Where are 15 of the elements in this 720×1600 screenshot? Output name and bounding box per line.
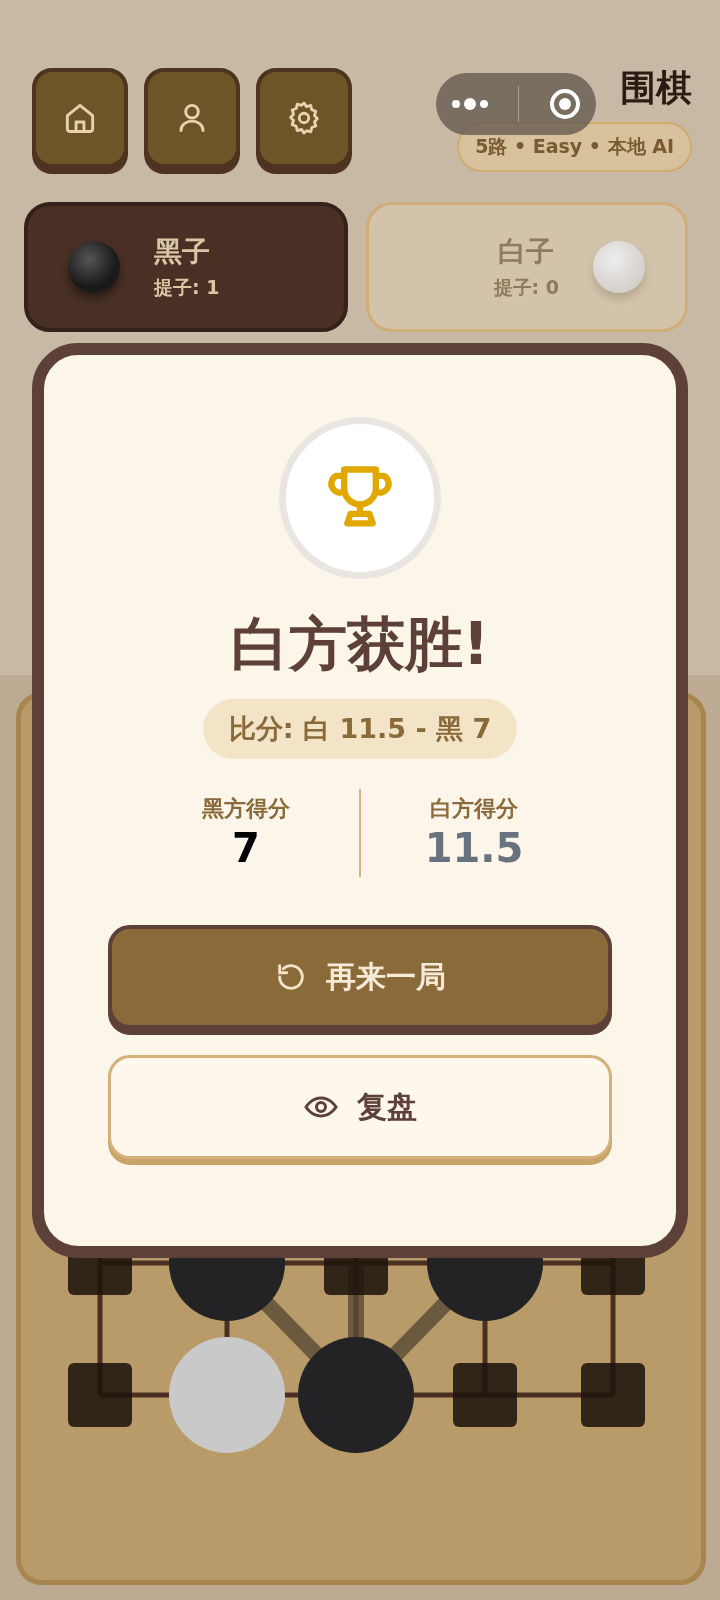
score-value: 11.5: [424, 824, 524, 872]
captures-count: 提子: 1: [154, 275, 220, 300]
player-name: 黑子: [154, 234, 211, 270]
stone-icon: [593, 241, 645, 293]
app-title: 围棋: [620, 68, 692, 108]
player-name: 白子: [498, 234, 555, 270]
score-value: 7: [232, 824, 260, 872]
stone-icon: [68, 241, 120, 293]
captures-count: 提子: 0: [493, 275, 559, 300]
close-icon[interactable]: [547, 87, 582, 121]
score-summary: 比分: 白 11.5 - 黑 7: [202, 699, 518, 759]
score-label: 黑方得分: [202, 795, 290, 823]
more-icon[interactable]: [450, 97, 489, 111]
score-label: 白方得分: [430, 795, 518, 823]
result-title: 白方获胜!: [230, 609, 490, 679]
